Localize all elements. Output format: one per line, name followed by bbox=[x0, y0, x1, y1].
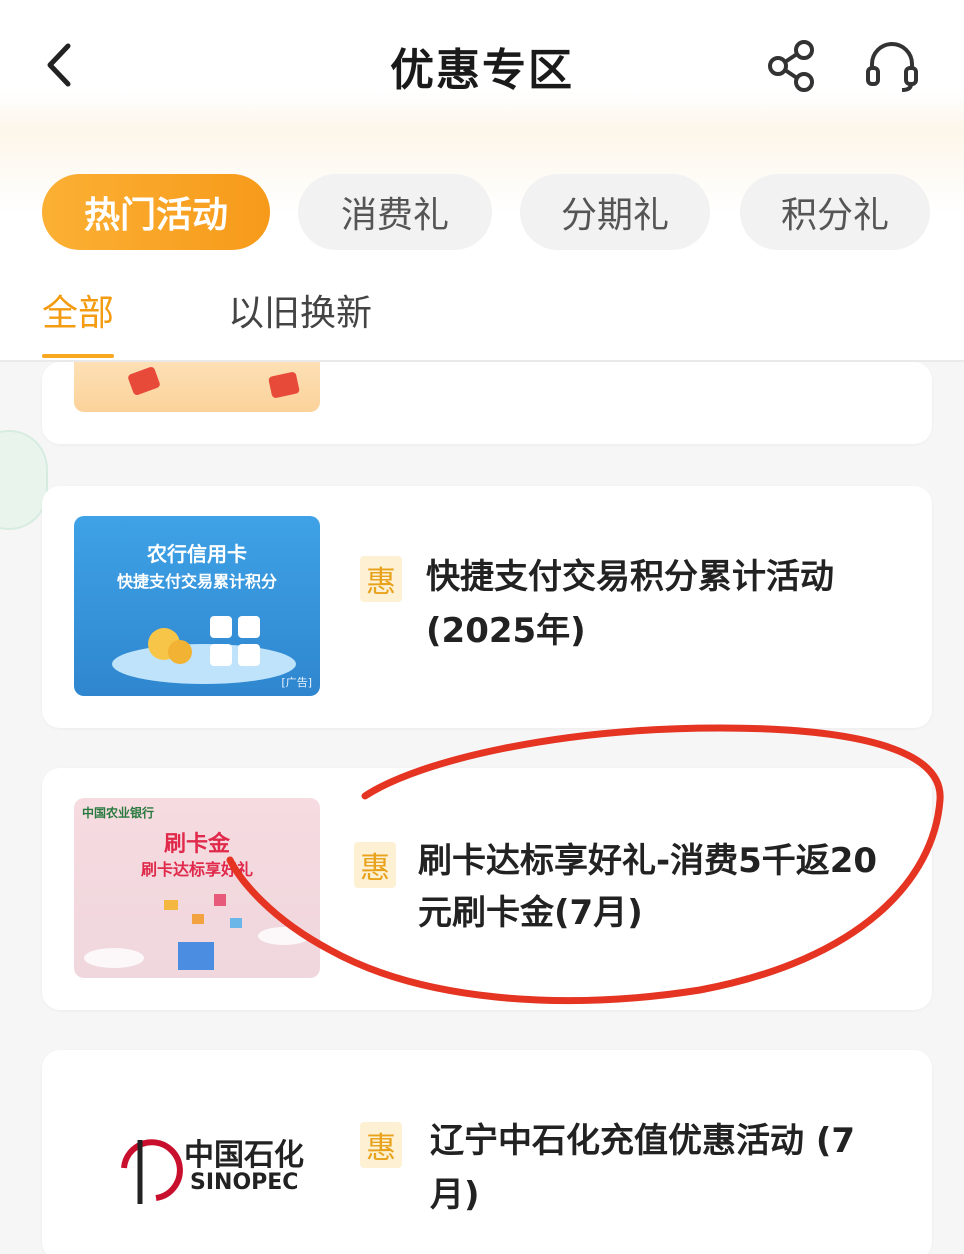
gift-box-icon bbox=[84, 894, 310, 970]
brand-name-cn: 中国石化 bbox=[184, 1138, 304, 1173]
activity-card-partial[interactable] bbox=[42, 362, 932, 444]
activity-card[interactable]: 农行信用卡 快捷支付交易累计积分 [广告] 惠 快捷支付交易积分累计活动 (20… bbox=[42, 486, 932, 728]
tab-points-gift[interactable]: 积分礼 bbox=[740, 174, 930, 250]
activity-title-line2: (2025年) bbox=[426, 611, 586, 651]
activity-thumbnail bbox=[74, 362, 320, 412]
subtab-all[interactable]: 全部 bbox=[42, 284, 114, 336]
brand-name-en: SINOPEC bbox=[190, 1170, 299, 1195]
discount-badge: 惠 bbox=[354, 842, 396, 888]
red-envelope-icon bbox=[128, 367, 300, 398]
activity-title-line2: 月) bbox=[430, 1175, 480, 1215]
share-icon[interactable] bbox=[764, 38, 820, 94]
tab-hot-activities[interactable]: 热门活动 bbox=[42, 174, 270, 250]
headset-icon[interactable] bbox=[862, 36, 922, 96]
payment-illustration-icon bbox=[112, 616, 296, 684]
tab-consumption-gift[interactable]: 消费礼 bbox=[298, 174, 492, 250]
tab-installment-gift[interactable]: 分期礼 bbox=[520, 174, 710, 250]
activity-title-line2: 元刷卡金(7月) bbox=[418, 893, 643, 933]
discount-badge: 惠 bbox=[360, 556, 402, 602]
activity-title: 刷卡达标享好礼-消费5千返20 bbox=[418, 841, 878, 881]
ad-label: [广告] bbox=[281, 676, 312, 689]
subtab-trade-in[interactable]: 以旧换新 bbox=[228, 284, 372, 336]
floating-assistant-button[interactable] bbox=[0, 430, 48, 530]
activity-title: 辽宁中石化充值优惠活动 (7 bbox=[430, 1121, 856, 1161]
activity-thumbnail: 中国石化 SINOPEC bbox=[74, 1080, 320, 1254]
activity-title: 快捷支付交易积分累计活动 bbox=[426, 557, 834, 597]
activity-thumbnail: 农行信用卡 快捷支付交易累计积分 [广告] bbox=[74, 516, 320, 696]
sub-tabs: 全部 以旧换新 bbox=[0, 270, 964, 362]
category-tabs: 热门活动 消费礼 分期礼 积分礼 bbox=[0, 130, 964, 270]
activity-card[interactable]: 中国石化 SINOPEC 惠 辽宁中石化充值优惠活动 (7 月) bbox=[42, 1050, 932, 1254]
discount-badge: 惠 bbox=[360, 1122, 402, 1168]
activity-thumbnail: 中国农业银行 刷卡金 刷卡达标享好礼 bbox=[74, 798, 320, 978]
top-bar: 优惠专区 bbox=[0, 0, 964, 130]
activity-card[interactable]: 中国农业银行 刷卡金 刷卡达标享好礼 惠 刷卡达标享好礼-消费5千返20 元刷卡… bbox=[42, 768, 932, 1010]
active-tab-indicator bbox=[42, 354, 114, 358]
